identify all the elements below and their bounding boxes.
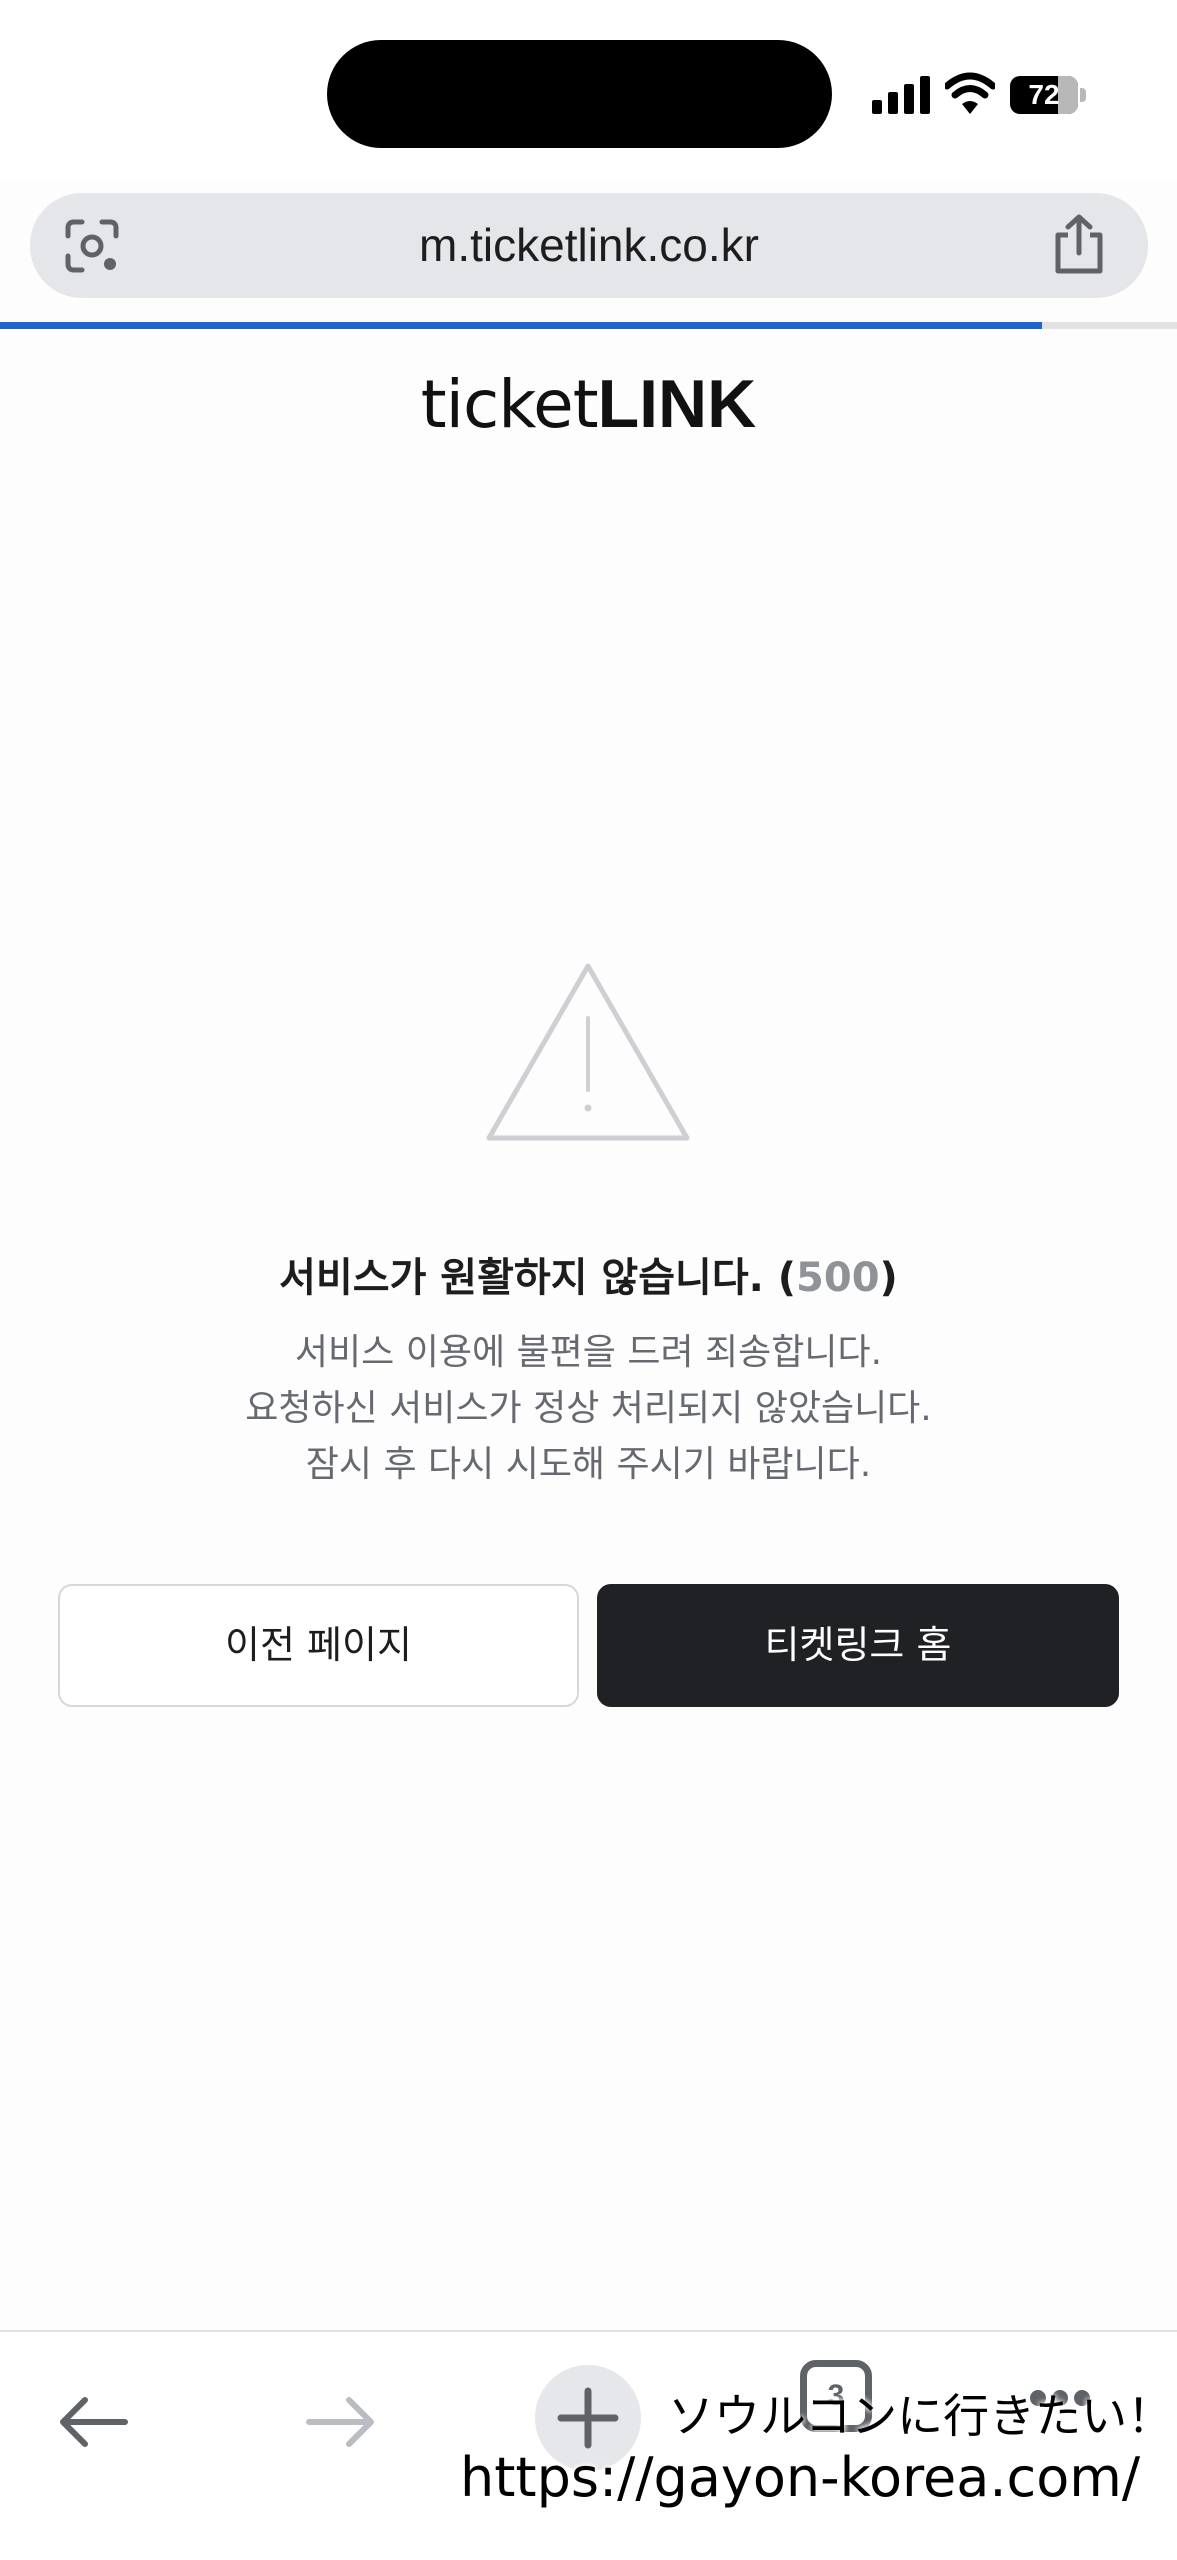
error-title-text: 서비스가 원활하지 않습니다. ( — [279, 1255, 797, 1301]
progress-fill — [0, 322, 1042, 329]
address-bar[interactable]: m.ticketlink.co.kr — [30, 193, 1148, 298]
forward-arrow-icon[interactable] — [303, 2392, 379, 2452]
error-description: 서비스 이용에 불편을 드려 죄송합니다. 요청하신 서비스가 정상 처리되지 … — [0, 1325, 1177, 1493]
dynamic-island — [327, 40, 832, 148]
battery-icon: 72 — [1010, 76, 1078, 114]
error-title: 서비스가 원활하지 않습니다. (500) — [0, 1245, 1177, 1303]
logo-text-bold: LINK — [597, 366, 757, 442]
warning-icon — [486, 963, 690, 1141]
battery-tip — [1080, 88, 1086, 102]
battery-level: 72 — [1028, 79, 1060, 110]
error-code: 500 — [796, 1255, 880, 1301]
previous-page-button[interactable]: 이전 페이지 — [58, 1584, 579, 1707]
wifi-icon — [945, 72, 995, 114]
url-text[interactable]: m.ticketlink.co.kr — [30, 193, 1148, 298]
logo-text-light: ticket — [420, 366, 599, 443]
error-line: 요청하신 서비스가 정상 처리되지 않았습니다. — [245, 1388, 932, 1429]
ticketlink-home-button[interactable]: 티켓링크 홈 — [597, 1584, 1119, 1707]
share-icon[interactable] — [1050, 213, 1108, 277]
cellular-signal-icon — [872, 76, 932, 114]
error-line: 잠시 후 다시 시도해 주시기 바랍니다. — [305, 1444, 872, 1485]
status-bar: 72 — [0, 0, 1177, 180]
ticketlink-logo[interactable]: ticketLINK — [0, 365, 1177, 443]
back-arrow-icon[interactable] — [55, 2392, 131, 2452]
error-line: 서비스 이용에 불편을 드려 죄송합니다. — [294, 1332, 883, 1373]
page: 72 m.ticketlink.co.kr ticketLINK 서비스가 원활… — [0, 0, 1177, 2560]
error-title-close: ) — [879, 1255, 898, 1301]
watermark-url: https://gayon-korea.com/ — [460, 2446, 1141, 2509]
watermark-caption: ソウルコンに行きたい！ — [668, 2389, 1174, 2443]
page-load-progress — [0, 322, 1177, 329]
